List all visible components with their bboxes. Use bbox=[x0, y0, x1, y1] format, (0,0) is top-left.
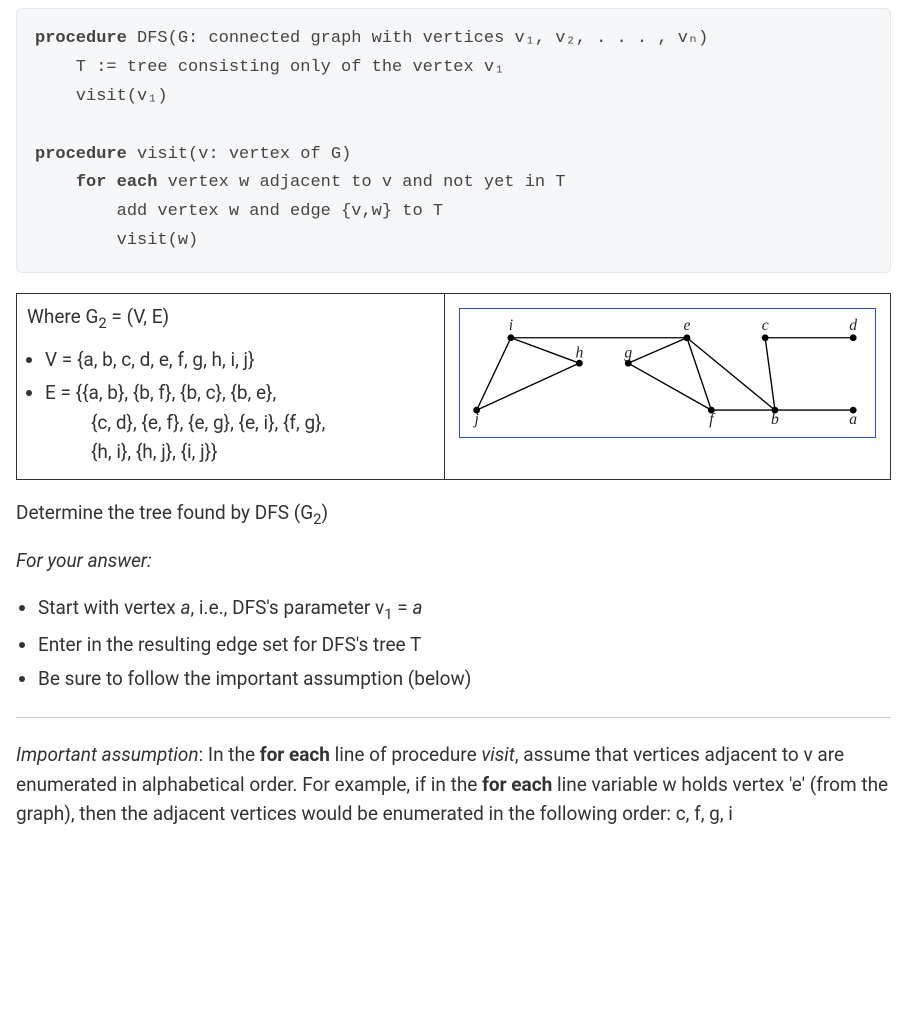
svg-text:b: b bbox=[771, 411, 779, 428]
code-line-5: visit(v: vertex of G) bbox=[127, 145, 351, 164]
instruction-3: Be sure to follow the important assumpti… bbox=[38, 663, 891, 695]
svg-text:g: g bbox=[625, 344, 633, 361]
svg-text:d: d bbox=[850, 317, 858, 334]
keyword-procedure-2: procedure bbox=[35, 145, 127, 164]
edge-set-line-2: {c, d}, {e, f}, {e, g}, {e, i}, {f, g}, bbox=[91, 408, 434, 437]
svg-text:a: a bbox=[850, 411, 858, 428]
graph-definition-cell: Where G2 = (V, E) V = {a, b, c, d, e, f,… bbox=[17, 294, 445, 480]
question-text: Determine the tree found by DFS (G2) bbox=[16, 498, 891, 531]
instruction-2: Enter in the resulting edge set for DFS'… bbox=[38, 629, 891, 661]
vertex-set-line: V = {a, b, c, d, e, f, g, h, i, j} bbox=[45, 345, 434, 374]
edge-set-line-1: E = {{a, b}, {b, f}, {b, c}, {b, e}, {c,… bbox=[45, 378, 434, 466]
edge-set-line-3: {h, i}, {h, j}, {i, j}} bbox=[91, 437, 434, 466]
svg-text:j: j bbox=[473, 411, 479, 428]
keyword-for-each: for each bbox=[76, 173, 158, 192]
separator bbox=[16, 717, 891, 718]
svg-text:h: h bbox=[576, 344, 584, 361]
keyword-procedure-1: procedure bbox=[35, 29, 127, 48]
svg-text:f: f bbox=[709, 411, 716, 428]
code-line-1: DFS(G: connected graph with vertices v₁,… bbox=[127, 29, 709, 48]
svg-text:i: i bbox=[509, 317, 513, 334]
graph-image-cell: i e c d h g j f b a bbox=[445, 294, 891, 480]
code-line-6: vertex w adjacent to v and not yet in T bbox=[157, 173, 565, 192]
assumption-paragraph: Important assumption: In the for each li… bbox=[16, 740, 891, 828]
graph-diagram: i e c d h g j f b a bbox=[459, 308, 876, 438]
graph-def-heading: Where G2 = (V, E) bbox=[27, 302, 434, 335]
code-line-7: add vertex w and edge {v,w} to T bbox=[35, 202, 443, 221]
svg-text:e: e bbox=[684, 317, 691, 334]
pseudocode-block: procedure DFS(G: connected graph with ve… bbox=[16, 8, 891, 273]
answer-header: For your answer: bbox=[16, 546, 891, 575]
svg-text:c: c bbox=[762, 317, 769, 334]
definition-and-graph-table: Where G2 = (V, E) V = {a, b, c, d, e, f,… bbox=[16, 293, 891, 480]
code-line-8: visit(w) bbox=[35, 231, 198, 250]
instruction-1: Start with vertex a, i.e., DFS's paramet… bbox=[38, 592, 891, 627]
code-line-6-pre bbox=[35, 173, 76, 192]
code-line-3: visit(v₁) bbox=[35, 87, 168, 106]
instruction-list: Start with vertex a, i.e., DFS's paramet… bbox=[38, 592, 891, 696]
code-line-2: T := tree consisting only of the vertex … bbox=[35, 58, 504, 77]
